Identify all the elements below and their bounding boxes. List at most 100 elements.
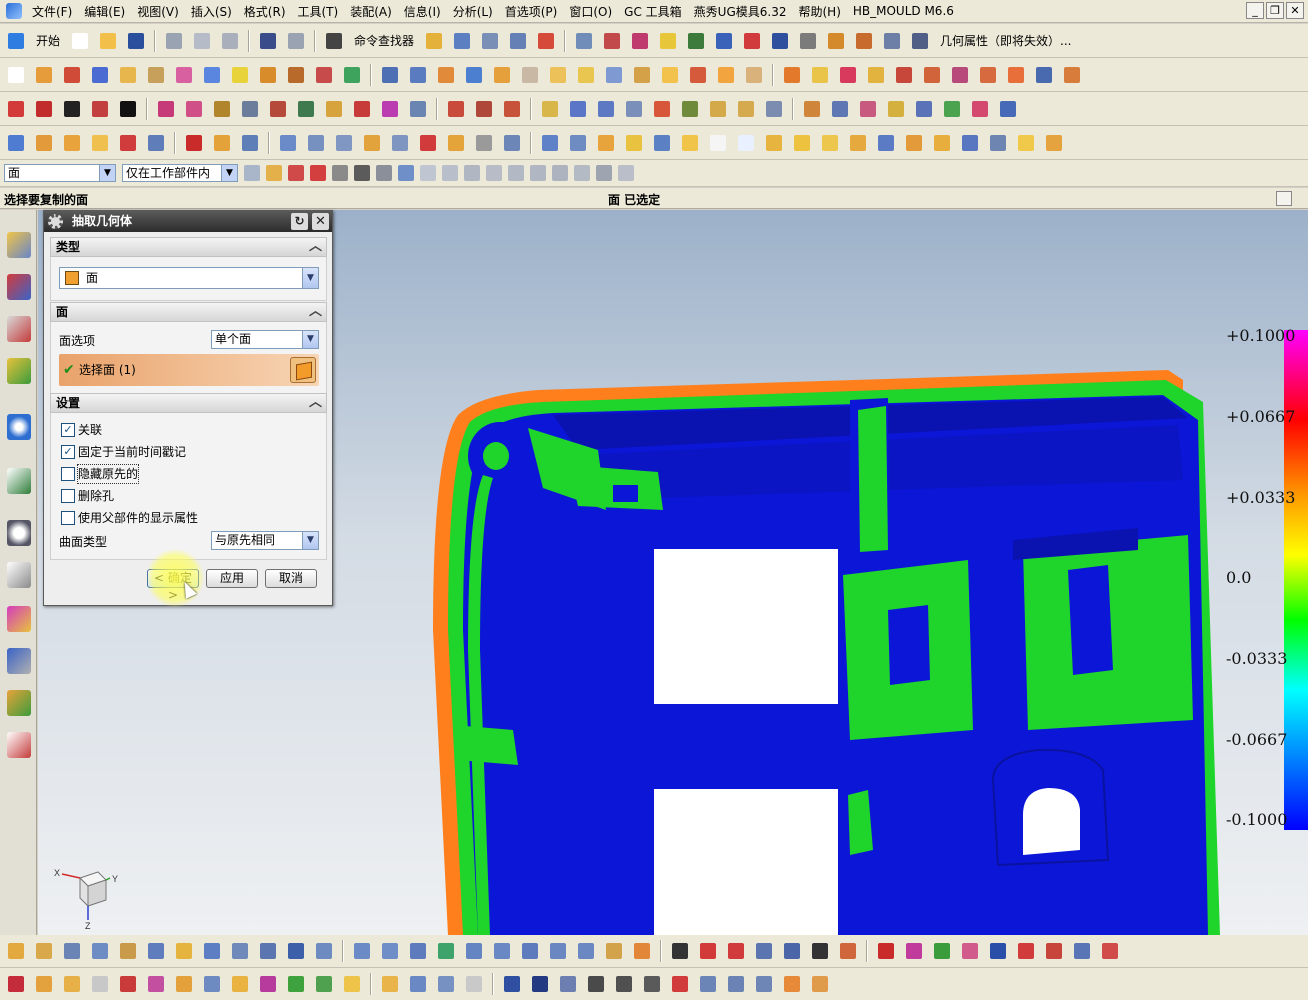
view-manager-icon[interactable]	[462, 972, 486, 996]
cores-icon[interactable]	[304, 131, 328, 155]
roles-icon[interactable]	[7, 690, 31, 716]
select-component-icon[interactable]	[332, 165, 348, 181]
divide-curve-icon[interactable]	[500, 97, 524, 121]
select-body-icon[interactable]	[310, 165, 326, 181]
wireframe-box-icon[interactable]	[60, 131, 84, 155]
family-mold-icon[interactable]	[116, 972, 140, 996]
snap-bar-icon[interactable]	[618, 165, 634, 181]
cut-icon[interactable]	[162, 29, 186, 53]
mirror-icon[interactable]	[686, 63, 710, 87]
measure-icon[interactable]	[422, 29, 446, 53]
extension-icon[interactable]	[706, 97, 730, 121]
eye-icon[interactable]	[584, 972, 608, 996]
cancel-button[interactable]: 取消	[265, 569, 317, 588]
fastener-icon[interactable]	[752, 972, 776, 996]
stop-icon[interactable]	[256, 939, 280, 963]
curvature-icon[interactable]	[968, 97, 992, 121]
layer-stack-icon[interactable]	[444, 131, 468, 155]
curve-length-icon[interactable]	[406, 97, 430, 121]
drawing-icon[interactable]	[406, 972, 430, 996]
screw-tool-icon[interactable]	[696, 972, 720, 996]
part-navigator-icon[interactable]	[7, 316, 31, 342]
snap-control-icon[interactable]	[486, 165, 502, 181]
extract-curve-icon[interactable]	[294, 97, 318, 121]
draft-analysis-icon[interactable]	[996, 97, 1020, 121]
constrain-face-icon[interactable]	[1060, 63, 1084, 87]
pull-face-icon[interactable]	[976, 63, 1000, 87]
bolt-tool-icon[interactable]	[668, 972, 692, 996]
slider-box-icon[interactable]	[312, 939, 336, 963]
gate-icon[interactable]	[538, 131, 562, 155]
grid-four-icon[interactable]	[780, 939, 804, 963]
lifter-icon[interactable]	[284, 939, 308, 963]
window-icon[interactable]	[1070, 939, 1094, 963]
constraint-navigator-icon[interactable]	[7, 274, 31, 300]
delete-face-icon[interactable]	[836, 63, 860, 87]
scope-filter-select[interactable]: 仅在工作部件内 ▼	[122, 164, 238, 182]
square-yellow-icon[interactable]	[678, 131, 702, 155]
geometry-properties-button[interactable]: 几何属性（即将失效）...	[936, 32, 1075, 49]
stand-icon[interactable]	[144, 131, 168, 155]
snap-face-icon[interactable]	[596, 165, 612, 181]
i-form-icon[interactable]	[828, 97, 852, 121]
menu-assembly[interactable]: 装配(A)	[344, 3, 398, 20]
trapezoid-icon[interactable]	[908, 29, 932, 53]
target-icon[interactable]	[1014, 939, 1038, 963]
start-icon[interactable]	[4, 29, 28, 53]
paste-face-icon[interactable]	[948, 63, 972, 87]
vertex-icon[interactable]	[796, 29, 820, 53]
menu-analysis[interactable]: 分析(L)	[447, 3, 499, 20]
plug-icon[interactable]	[808, 972, 832, 996]
datum-icon[interactable]	[628, 29, 652, 53]
slider-lifter-icon[interactable]	[284, 972, 308, 996]
paste-icon[interactable]	[218, 29, 242, 53]
wrap-curve-icon[interactable]	[322, 97, 346, 121]
parting-icon[interactable]	[276, 131, 300, 155]
compass-icon[interactable]	[500, 972, 524, 996]
surface-type-select[interactable]: 与原先相同 ▼	[211, 531, 319, 550]
history-icon[interactable]	[7, 520, 31, 546]
draft-icon[interactable]	[462, 63, 486, 87]
sheet-icon[interactable]	[762, 97, 786, 121]
menu-tools[interactable]: 工具(T)	[292, 3, 345, 20]
copy-icon[interactable]	[190, 29, 214, 53]
sketch-icon[interactable]	[4, 63, 28, 87]
selection-icon[interactable]	[506, 29, 530, 53]
rectangle-select-icon[interactable]	[354, 165, 370, 181]
unite-icon[interactable]	[312, 63, 336, 87]
snap-intersect-icon[interactable]	[508, 165, 524, 181]
checkbox-unchecked-icon[interactable]	[61, 467, 75, 481]
pin-k-icon[interactable]	[630, 939, 654, 963]
project-init-icon[interactable]	[32, 972, 56, 996]
red-cube-icon[interactable]	[182, 131, 206, 155]
hash-icon[interactable]	[902, 131, 926, 155]
eye-2-icon[interactable]	[612, 972, 636, 996]
arc-icon[interactable]	[32, 97, 56, 121]
hinge-icon[interactable]	[238, 131, 262, 155]
offset-icon[interactable]	[490, 63, 514, 87]
locate-ring-icon[interactable]	[172, 939, 196, 963]
type-select[interactable]: 面 ▼	[59, 267, 319, 289]
binoculars-icon[interactable]	[322, 29, 346, 53]
snap-quadrant-icon[interactable]	[552, 165, 568, 181]
n-sided-icon[interactable]	[622, 97, 646, 121]
menu-insert[interactable]: 插入(S)	[185, 3, 238, 20]
pocket-icon[interactable]	[762, 131, 786, 155]
snap-midpoint-icon[interactable]	[464, 165, 480, 181]
return-pin-icon[interactable]	[32, 939, 56, 963]
properties-icon[interactable]	[852, 29, 876, 53]
plate-icon[interactable]	[88, 939, 112, 963]
extract-icon[interactable]	[602, 63, 626, 87]
menu-hb-mould[interactable]: HB_MOULD M6.6	[847, 4, 960, 18]
patch-icon[interactable]	[574, 63, 598, 87]
block-icon[interactable]	[88, 63, 112, 87]
parting-tool-icon[interactable]	[172, 972, 196, 996]
process-studio-icon[interactable]	[7, 606, 31, 632]
trim-curve-icon[interactable]	[472, 97, 496, 121]
select-all-icon[interactable]	[266, 165, 282, 181]
frame-red-icon[interactable]	[836, 939, 860, 963]
pyramid-icon[interactable]	[824, 29, 848, 53]
open-folder-icon[interactable]	[96, 29, 120, 53]
fill-surface-icon[interactable]	[678, 97, 702, 121]
pad-icon[interactable]	[116, 63, 140, 87]
